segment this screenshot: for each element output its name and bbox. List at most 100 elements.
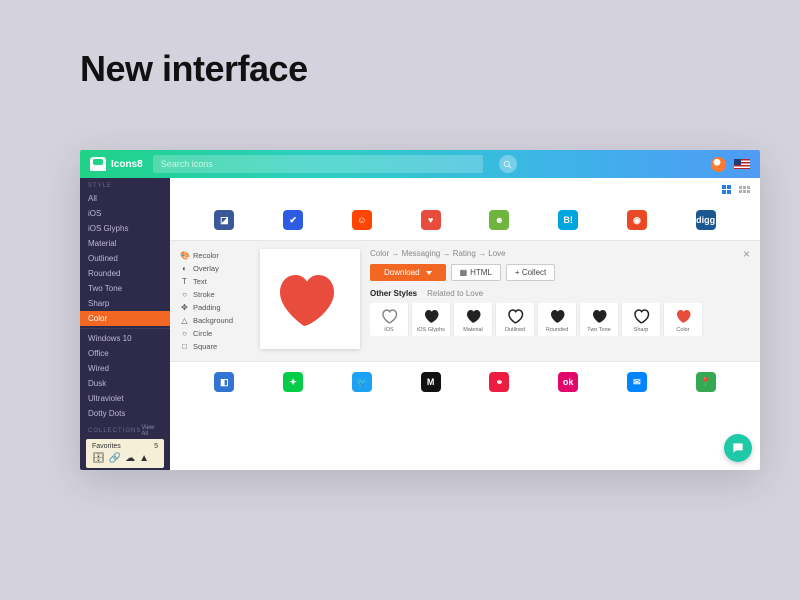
brand-name: Icons8 — [111, 159, 143, 170]
stumbleupon-icon: ◉ — [627, 210, 647, 230]
hatena-icon: B! — [558, 210, 578, 230]
icon-cell-medium[interactable]: M — [417, 368, 445, 396]
sidebar-item-outlined[interactable]: Outlined — [80, 251, 170, 266]
style-card-ios[interactable]: iOS — [370, 303, 408, 336]
messenger-icon: ✉ — [627, 372, 647, 392]
tool-background[interactable]: △Background — [180, 314, 250, 327]
tool-circle[interactable]: ○Circle — [180, 327, 250, 340]
icon-cell-smugmug[interactable]: ☻ — [485, 206, 513, 234]
icon-row-top: ◪ ✔ ☺ ♥ ☻ B! ◉ digg — [170, 200, 760, 240]
icon-preview — [260, 249, 360, 349]
deviantart-icon: ✦ — [283, 372, 303, 392]
tool-overlay[interactable]: ◐Overlay — [180, 262, 250, 275]
style-card-color[interactable]: Color — [664, 303, 702, 336]
overlay-icon: ◐ — [180, 264, 189, 273]
background-icon: △ — [180, 316, 189, 325]
detail-panel: × 🎨Recolor◐OverlayTText○Stroke✥Padding△B… — [170, 240, 760, 362]
collect-button[interactable]: + Collect — [506, 264, 555, 281]
icon-cell-twitter[interactable]: 🐦 — [348, 368, 376, 396]
collections-header: COLLECTIONS — [88, 428, 141, 434]
sidebar-item-windows-10[interactable]: Windows 10 — [80, 331, 170, 346]
icon-cell-hatena[interactable]: B! — [554, 206, 582, 234]
icon-row-bottom: ◧ ✦ 🐦 M ⚭ ok ✉ 📍 — [170, 362, 760, 402]
stroke-icon: ○ — [180, 290, 189, 299]
icon-cell-meetup[interactable]: ⚭ — [485, 368, 513, 396]
text-icon: T — [180, 277, 189, 286]
sidebar-item-ultraviolet[interactable]: Ultraviolet — [80, 391, 170, 406]
grid-large-toggle[interactable] — [722, 185, 731, 194]
tool-list: 🎨Recolor◐OverlayTText○Stroke✥Padding△Bac… — [180, 249, 250, 353]
search-button[interactable] — [499, 155, 517, 173]
app-window: Icons8 STYLE AlliOSiOS GlyphsMaterialOut… — [80, 150, 760, 470]
style-header: STYLE — [80, 178, 170, 191]
style-card-material[interactable]: Material — [454, 303, 492, 336]
icon-cell-reddit[interactable]: ☺ — [348, 206, 376, 234]
sidebar-item-sharp[interactable]: Sharp — [80, 296, 170, 311]
chat-button[interactable] — [724, 434, 752, 462]
search-input[interactable] — [161, 159, 475, 169]
tool-square[interactable]: □Square — [180, 340, 250, 353]
icon-cell-google-maps[interactable]: 📍 — [692, 368, 720, 396]
sidebar-item-ios-glyphs[interactable]: iOS Glyphs — [80, 221, 170, 236]
sidebar-item-all[interactable]: All — [80, 191, 170, 206]
search-box[interactable] — [153, 155, 483, 173]
close-icon[interactable]: × — [743, 247, 750, 261]
icon-cell-foursquare-check[interactable]: ✔ — [279, 206, 307, 234]
related-label[interactable]: Related to Love — [427, 289, 483, 298]
sidebar-item-color[interactable]: Color — [80, 311, 170, 326]
sidebar-item-dusk[interactable]: Dusk — [80, 376, 170, 391]
icon-cell-messenger[interactable]: ✉ — [623, 368, 651, 396]
page-title: New interface — [0, 0, 800, 110]
style-card-two-tone[interactable]: Two Tone — [580, 303, 618, 336]
icon-cell-digg[interactable]: digg — [692, 206, 720, 234]
icon-cell-stumbleupon[interactable]: ◉ — [623, 206, 651, 234]
logo[interactable]: Icons8 — [90, 157, 143, 171]
view-all-link[interactable]: View All — [141, 425, 162, 437]
style-list: AlliOSiOS GlyphsMaterialOutlinedRoundedT… — [80, 191, 170, 421]
google-maps-icon: 📍 — [696, 372, 716, 392]
box-share-icon: ◪ — [214, 210, 234, 230]
icon-cell-okcupid[interactable]: ok — [554, 368, 582, 396]
favorites-icons: 🗄 🔗 ☁ ▲ — [92, 453, 158, 464]
sidebar-item-rounded[interactable]: Rounded — [80, 266, 170, 281]
tool-padding[interactable]: ✥Padding — [180, 301, 250, 314]
language-flag-icon[interactable] — [734, 159, 750, 169]
tool-text[interactable]: TText — [180, 275, 250, 288]
warning-icon: ▲ — [139, 453, 149, 464]
other-styles-label: Other Styles — [370, 289, 417, 298]
digg-icon: digg — [696, 210, 716, 230]
style-card-outlined[interactable]: Outlined — [496, 303, 534, 336]
sidebar-item-two-tone[interactable]: Two Tone — [80, 281, 170, 296]
medium-icon: M — [421, 372, 441, 392]
favorites-label: Favorites — [92, 443, 121, 450]
style-card-ios-glyphs[interactable]: iOS Glyphs — [412, 303, 450, 336]
briefcase-icon: 🗄 — [92, 453, 105, 464]
icon-cell-heart[interactable]: ♥ — [417, 206, 445, 234]
link-icon: 🔗 — [109, 453, 121, 464]
favorites-box[interactable]: Favorites 5 🗄 🔗 ☁ ▲ — [86, 439, 164, 468]
padding-icon: ✥ — [180, 303, 189, 312]
breadcrumb: Color → Messaging → Rating → Love — [370, 249, 750, 258]
html-button[interactable]: ▦HTML — [451, 264, 501, 281]
sidebar-item-ios[interactable]: iOS — [80, 206, 170, 221]
icon-cell-deviantart[interactable]: ✦ — [279, 368, 307, 396]
style-card-sharp[interactable]: Sharp — [622, 303, 660, 336]
sidebar-item-office[interactable]: Office — [80, 346, 170, 361]
tool-stroke[interactable]: ○Stroke — [180, 288, 250, 301]
user-avatar[interactable] — [711, 157, 726, 172]
sidebar-item-dotty-dots[interactable]: Dotty Dots — [80, 406, 170, 421]
grid-small-toggle[interactable] — [739, 186, 750, 193]
tool-recolor[interactable]: 🎨Recolor — [180, 249, 250, 262]
topbar: Icons8 — [80, 150, 760, 178]
search-icon — [503, 160, 512, 169]
sidebar-item-material[interactable]: Material — [80, 236, 170, 251]
icon-cell-box-share[interactable]: ◪ — [210, 206, 238, 234]
sidebar-item-wired[interactable]: Wired — [80, 361, 170, 376]
circle-icon: ○ — [180, 329, 189, 338]
smugmug-icon: ☻ — [489, 210, 509, 230]
reddit-icon: ☺ — [352, 210, 372, 230]
style-card-rounded[interactable]: Rounded — [538, 303, 576, 336]
style-cards: iOSiOS GlyphsMaterialOutlinedRoundedTwo … — [370, 303, 750, 336]
icon-cell-delicious[interactable]: ◧ — [210, 368, 238, 396]
download-button[interactable]: Download — [370, 264, 446, 281]
